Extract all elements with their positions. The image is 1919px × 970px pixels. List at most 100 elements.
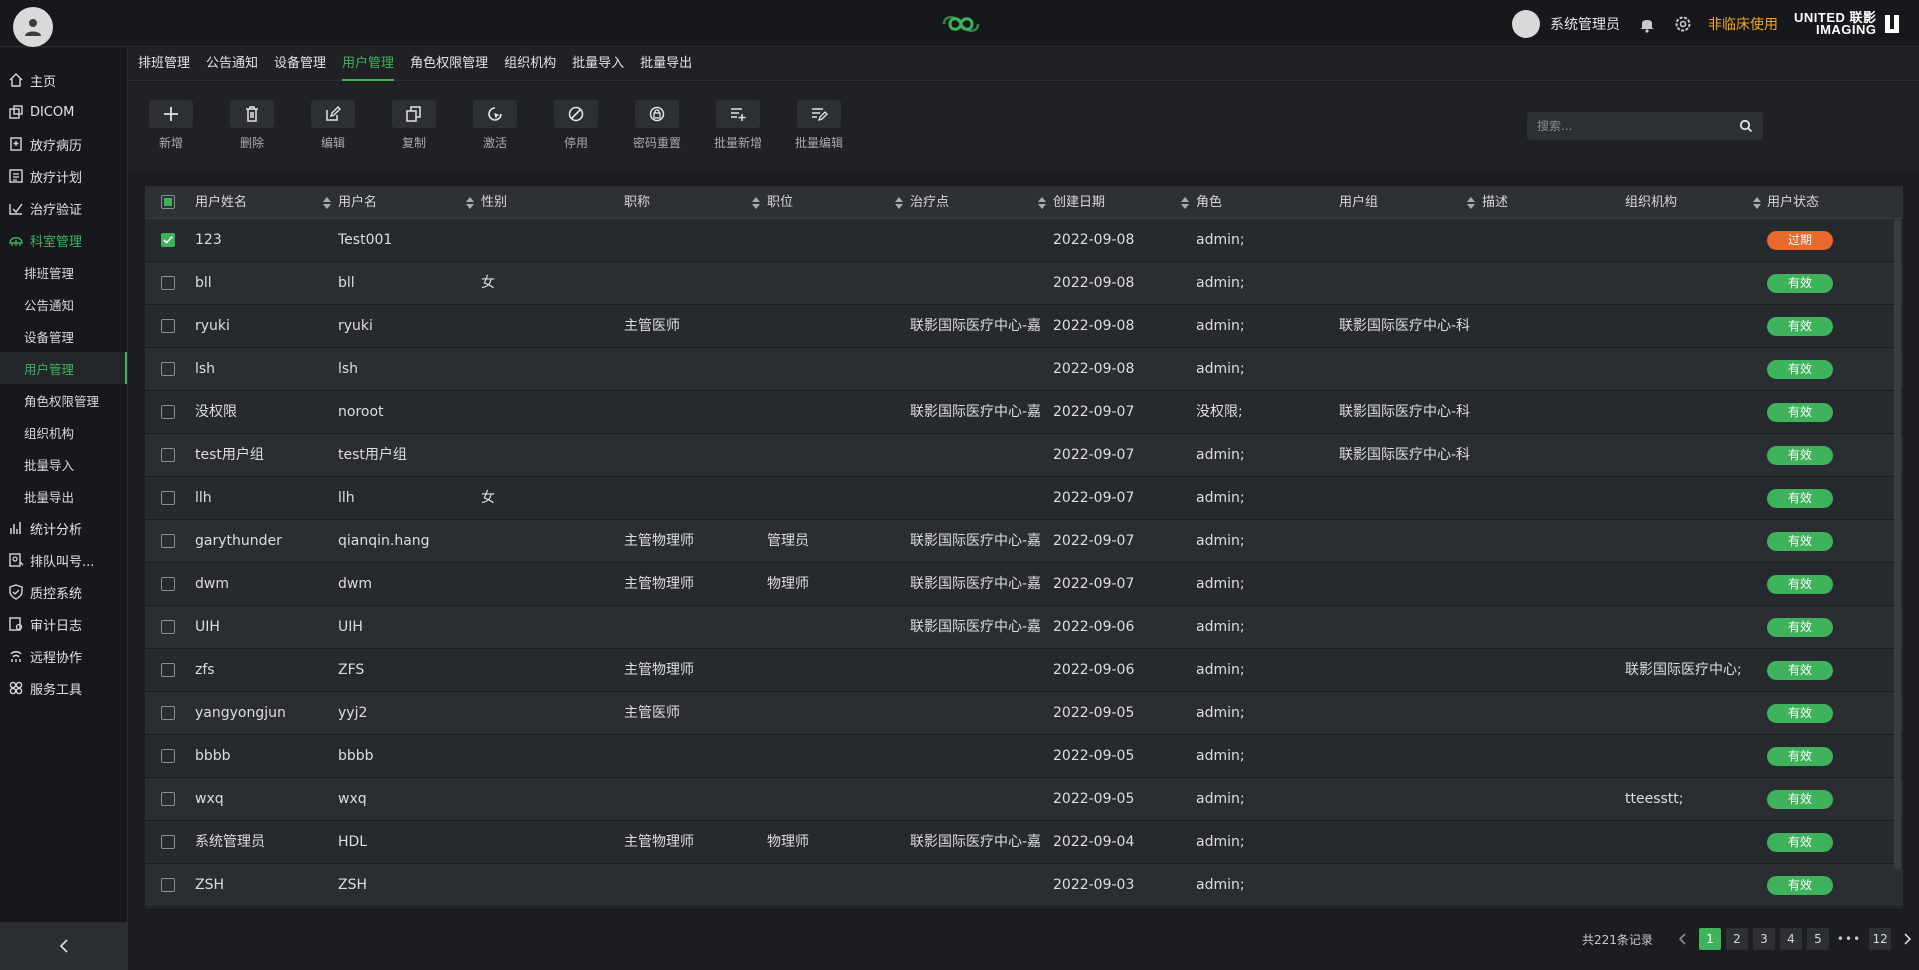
tab-7[interactable]: 批量导出 <box>640 48 692 81</box>
column-header-2[interactable]: 性别 <box>481 186 507 219</box>
sidebar-subitem-1[interactable]: 公告通知 <box>0 288 127 320</box>
sidebar-subitem-0[interactable]: 排班管理 <box>0 256 127 288</box>
sidebar-item-after-4[interactable]: 远程协作 <box>0 640 127 672</box>
column-header-5[interactable]: 治疗点 <box>910 186 949 219</box>
sidebar-item-1[interactable]: DICOM <box>0 96 127 128</box>
toolbar-button-5[interactable]: 停用 <box>546 100 606 151</box>
page-button-2[interactable]: 2 <box>1725 928 1748 950</box>
column-header-11[interactable]: 用户状态 <box>1767 186 1819 219</box>
table-row[interactable]: 123 Test001 2022-09-08 admin; 过期 <box>145 219 1903 262</box>
row-checkbox[interactable] <box>161 534 175 548</box>
sidebar-subitem-6[interactable]: 批量导入 <box>0 448 127 480</box>
tab-4[interactable]: 角色权限管理 <box>410 48 488 81</box>
row-checkbox[interactable] <box>161 878 175 892</box>
sidebar-item-4[interactable]: 治疗验证 <box>0 192 127 224</box>
copy-icon[interactable] <box>392 100 436 128</box>
batch-add-icon[interactable] <box>716 100 760 128</box>
sidebar-item-2[interactable]: 放疗病历 <box>0 128 127 160</box>
tab-1[interactable]: 公告通知 <box>206 48 258 81</box>
table-row[interactable]: test用户组 test用户组 2022-09-07 admin; 联影国际医疗中心-科… <box>145 434 1903 477</box>
table-row[interactable]: ZSH ZSH 2022-09-03 admin; 有效 <box>145 864 1903 907</box>
add-icon[interactable] <box>149 100 193 128</box>
user-avatar-icon[interactable] <box>13 7 53 47</box>
column-header-9[interactable]: 描述 <box>1482 186 1508 219</box>
sidebar-item-5[interactable]: 科室管理 <box>0 224 127 256</box>
page-button-last[interactable]: 12 <box>1869 928 1892 950</box>
current-user-avatar[interactable] <box>1512 10 1540 38</box>
table-row[interactable]: bbbb bbbb 2022-09-05 admin; 有效 <box>145 735 1903 778</box>
search-box[interactable] <box>1527 112 1763 140</box>
row-checkbox[interactable] <box>161 620 175 634</box>
table-row[interactable]: 系统管理员 HDL 主管物理师 物理师 联影国际医疗中心-嘉 2022-09-04 admi… <box>145 821 1903 864</box>
next-page-button[interactable] <box>1896 928 1918 950</box>
sidebar-item-0[interactable]: 主页 <box>0 64 127 96</box>
sidebar-subitem-2[interactable]: 设备管理 <box>0 320 127 352</box>
toolbar-button-6[interactable]: 密码重置 <box>627 100 687 151</box>
page-button-1[interactable]: 1 <box>1698 928 1721 950</box>
sidebar-item-after-5[interactable]: 服务工具 <box>0 672 127 704</box>
bell-icon[interactable] <box>1636 13 1658 35</box>
sidebar-item-after-0[interactable]: 统计分析 <box>0 512 127 544</box>
column-header-0[interactable]: 用户姓名 <box>195 186 247 219</box>
table-scrollbar[interactable] <box>1894 219 1901 869</box>
row-checkbox[interactable] <box>161 405 175 419</box>
row-checkbox[interactable] <box>161 491 175 505</box>
batch-edit-icon[interactable] <box>797 100 841 128</box>
tab-6[interactable]: 批量导入 <box>572 48 624 81</box>
page-button-5[interactable]: 5 <box>1806 928 1829 950</box>
activate-icon[interactable] <box>473 100 517 128</box>
toolbar-button-8[interactable]: 批量编辑 <box>789 100 849 151</box>
table-row[interactable]: wxq wxq 2022-09-05 admin; tteesstt; 有效 <box>145 778 1903 821</box>
row-checkbox[interactable] <box>161 835 175 849</box>
sidebar-item-after-1[interactable]: 排队叫号... <box>0 544 127 576</box>
column-header-8[interactable]: 用户组 <box>1339 186 1378 219</box>
table-row[interactable]: ryuki ryuki 主管医师 联影国际医疗中心-嘉 2022-09-08 admin;… <box>145 305 1903 348</box>
row-checkbox[interactable] <box>161 448 175 462</box>
row-checkbox[interactable] <box>161 706 175 720</box>
table-row[interactable]: lsh lsh 2022-09-08 admin; 有效 <box>145 348 1903 391</box>
toolbar-button-4[interactable]: 激活 <box>465 100 525 151</box>
toolbar-button-1[interactable]: 删除 <box>222 100 282 151</box>
sidebar-subitem-3[interactable]: 用户管理 <box>0 352 127 384</box>
search-input[interactable] <box>1537 112 1727 140</box>
sidebar-item-3[interactable]: 放疗计划 <box>0 160 127 192</box>
tab-5[interactable]: 组织机构 <box>504 48 556 81</box>
table-row[interactable]: zfs ZFS 主管物理师 2022-09-06 admin; 联影国际医疗中心; 有效 <box>145 649 1903 692</box>
column-header-4[interactable]: 职位 <box>767 186 793 219</box>
search-icon[interactable] <box>1739 119 1753 133</box>
password-reset-icon[interactable] <box>635 100 679 128</box>
tab-3[interactable]: 用户管理 <box>342 48 395 81</box>
tab-2[interactable]: 设备管理 <box>274 48 326 81</box>
table-row[interactable]: yangyongjun yyj2 主管医师 2022-09-05 admin; 有效 <box>145 692 1903 735</box>
sidebar-subitem-7[interactable]: 批量导出 <box>0 480 127 512</box>
select-all-checkbox[interactable] <box>161 195 175 209</box>
column-header-7[interactable]: 角色 <box>1196 186 1222 219</box>
table-row[interactable]: 没权限 noroot 联影国际医疗中心-嘉 2022-09-07 没权限; 联影国际医疗中… <box>145 391 1903 434</box>
row-checkbox[interactable] <box>161 792 175 806</box>
row-checkbox[interactable] <box>161 362 175 376</box>
table-row[interactable]: dwm dwm 主管物理师 物理师 联影国际医疗中心-嘉 2022-09-07 admin;… <box>145 563 1903 606</box>
edit-icon[interactable] <box>311 100 355 128</box>
row-checkbox[interactable] <box>161 749 175 763</box>
table-row[interactable]: UIH UIH 联影国际医疗中心-嘉 2022-09-06 admin; 有效 <box>145 606 1903 649</box>
column-header-10[interactable]: 组织机构 <box>1625 186 1677 219</box>
column-header-6[interactable]: 创建日期 <box>1053 186 1105 219</box>
row-checkbox[interactable] <box>161 663 175 677</box>
toolbar-button-2[interactable]: 编辑 <box>303 100 363 151</box>
sidebar-item-after-3[interactable]: 审计日志 <box>0 608 127 640</box>
sidebar-item-after-2[interactable]: 质控系统 <box>0 576 127 608</box>
row-checkbox[interactable] <box>161 577 175 591</box>
toolbar-button-7[interactable]: 批量新增 <box>708 100 768 151</box>
page-button-3[interactable]: 3 <box>1752 928 1775 950</box>
sidebar-subitem-5[interactable]: 组织机构 <box>0 416 127 448</box>
column-header-3[interactable]: 职称 <box>624 186 650 219</box>
page-ellipsis[interactable]: ••• <box>1834 928 1864 950</box>
row-checkbox[interactable] <box>161 276 175 290</box>
tab-0[interactable]: 排班管理 <box>138 48 190 81</box>
toolbar-button-0[interactable]: 新增 <box>141 100 201 151</box>
page-button-4[interactable]: 4 <box>1779 928 1802 950</box>
table-row[interactable]: llh llh 女 2022-09-07 admin; 有效 <box>145 477 1903 520</box>
prev-page-button[interactable] <box>1672 928 1694 950</box>
gear-icon[interactable] <box>1672 13 1694 35</box>
disable-icon[interactable] <box>554 100 598 128</box>
